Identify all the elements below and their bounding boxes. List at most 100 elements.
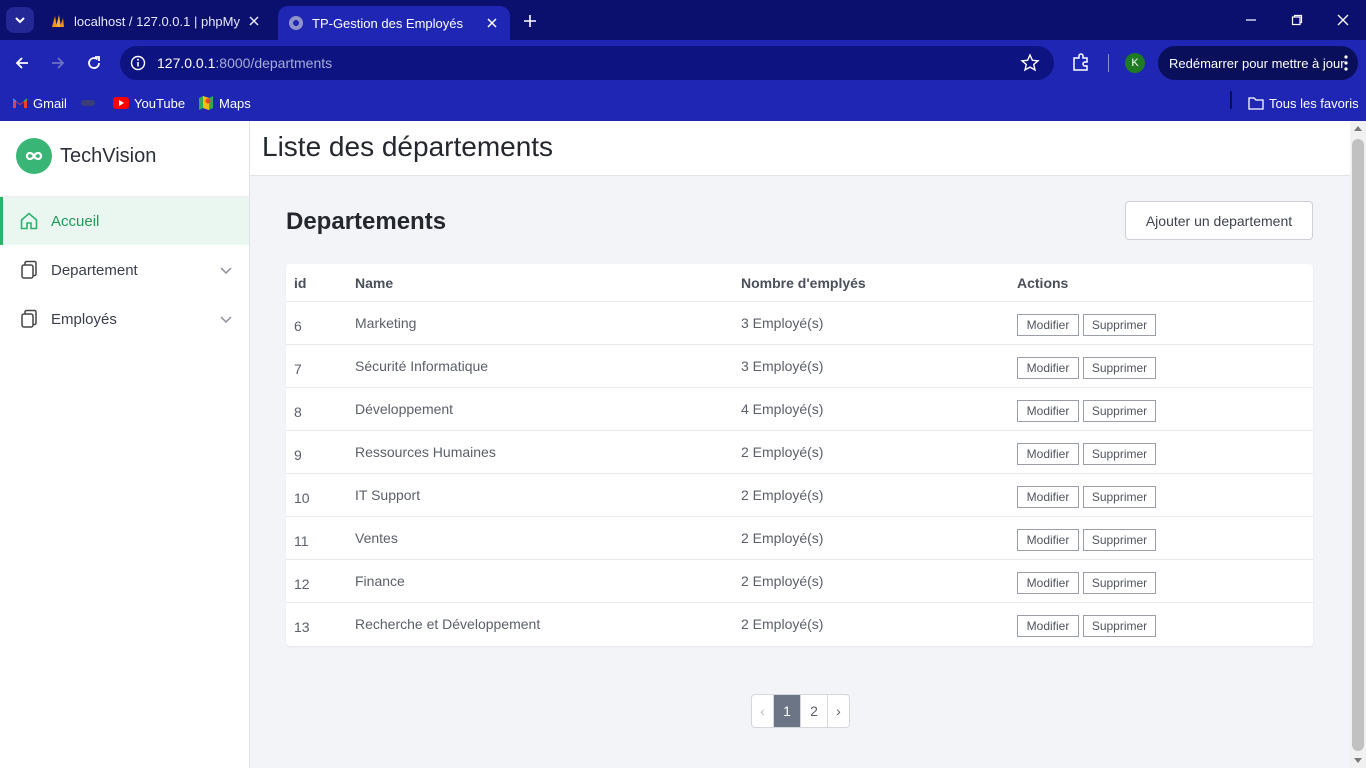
- table-row: 7 Sécurité Informatique 3 Employé(s) Mod…: [286, 345, 1313, 388]
- delete-button[interactable]: Supprimer: [1083, 529, 1156, 551]
- pagination-prev[interactable]: ‹: [752, 695, 774, 727]
- page-scrollbar[interactable]: [1350, 121, 1366, 768]
- maps-icon: [198, 95, 214, 111]
- chevron-down-icon[interactable]: [219, 312, 233, 326]
- forward-button[interactable]: [46, 51, 70, 75]
- cell-name: Développement: [355, 401, 454, 417]
- site-info-icon[interactable]: [128, 53, 148, 73]
- arrow-right-icon: [52, 57, 65, 69]
- cell-employee-count: 4 Employé(s): [741, 401, 824, 417]
- sidebar-item-label: Departement: [51, 261, 138, 279]
- cell-employee-count: 3 Employé(s): [741, 358, 824, 374]
- pagination-page-1[interactable]: 1: [774, 695, 801, 727]
- delete-button[interactable]: Supprimer: [1083, 400, 1156, 422]
- sidebar-item-departement[interactable]: Departement: [0, 246, 249, 294]
- cell-id: 9: [294, 447, 302, 463]
- address-bar[interactable]: 127.0.0.1:8000/departments: [120, 46, 1054, 80]
- document-icon: [19, 309, 39, 329]
- cell-id: 13: [294, 619, 310, 635]
- table-row: 9 Ressources Humaines 2 Employé(s) Modif…: [286, 431, 1313, 474]
- tab-title: localhost / 127.0.0.1 | phpMyAdmin: [74, 13, 240, 29]
- delete-button[interactable]: Supprimer: [1083, 572, 1156, 594]
- gmail-icon: [12, 95, 28, 111]
- extensions-icon[interactable]: [1070, 52, 1092, 74]
- tab-search-button[interactable]: [6, 7, 34, 33]
- cell-id: 8: [294, 404, 302, 420]
- cell-name: Marketing: [355, 315, 417, 331]
- bookmark-label: Gmail: [33, 95, 67, 111]
- column-header-id: id: [294, 275, 307, 291]
- bookmark-maps[interactable]: Maps: [198, 93, 251, 113]
- cell-name: Finance: [355, 573, 405, 589]
- restore-icon: [1291, 14, 1303, 26]
- delete-button[interactable]: Supprimer: [1083, 314, 1156, 336]
- new-tab-button[interactable]: [518, 10, 542, 32]
- bookmark-unnamed[interactable]: [80, 93, 101, 113]
- sidebar-item-accueil[interactable]: Accueil: [0, 197, 249, 245]
- add-department-button[interactable]: Ajouter un departement: [1125, 201, 1313, 240]
- plus-icon: [524, 15, 536, 27]
- column-header-actions: Actions: [1017, 275, 1069, 291]
- delete-button[interactable]: Supprimer: [1083, 615, 1156, 637]
- close-tab-icon[interactable]: [246, 13, 262, 29]
- departments-table: id Name Nombre d'emplyés Actions 6 Marke…: [286, 264, 1313, 646]
- pagination: ‹ 1 2 ›: [751, 694, 850, 728]
- browser-tab-active[interactable]: TP-Gestion des Employés: [278, 6, 510, 40]
- cell-id: 6: [294, 318, 302, 334]
- section-title: Departements: [286, 208, 447, 235]
- globe-icon: [288, 15, 304, 31]
- table-header: id Name Nombre d'emplyés Actions: [286, 264, 1313, 302]
- update-label: Redémarrer pour mettre à jour: [1169, 55, 1345, 71]
- restore-button[interactable]: [1274, 0, 1320, 40]
- delete-button[interactable]: Supprimer: [1083, 486, 1156, 508]
- cell-name: IT Support: [355, 487, 421, 503]
- delete-button[interactable]: Supprimer: [1083, 357, 1156, 379]
- more-menu-icon[interactable]: [1344, 55, 1348, 71]
- edit-button[interactable]: Modifier: [1017, 443, 1079, 465]
- close-window-button[interactable]: [1320, 0, 1366, 40]
- brand-name: TechVision: [60, 144, 157, 167]
- folder-icon: [1248, 95, 1264, 111]
- edit-button[interactable]: Modifier: [1017, 615, 1079, 637]
- minimize-button[interactable]: [1228, 0, 1274, 40]
- edit-button[interactable]: Modifier: [1017, 486, 1079, 508]
- minimize-icon: [1246, 19, 1256, 21]
- reload-button[interactable]: [82, 51, 106, 75]
- delete-button[interactable]: Supprimer: [1083, 443, 1156, 465]
- edit-button[interactable]: Modifier: [1017, 314, 1079, 336]
- cell-name: Ressources Humaines: [355, 444, 496, 460]
- sidebar-item-employes[interactable]: Employés: [0, 295, 249, 343]
- browser-tab-phpmyadmin[interactable]: localhost / 127.0.0.1 | phpMyAdmin: [40, 6, 272, 36]
- edit-button[interactable]: Modifier: [1017, 357, 1079, 379]
- edit-button[interactable]: Modifier: [1017, 572, 1079, 594]
- back-button[interactable]: [10, 51, 34, 75]
- bookmark-label: Maps: [219, 95, 251, 111]
- cell-employee-count: 2 Employé(s): [741, 444, 824, 460]
- close-tab-icon[interactable]: [484, 15, 500, 31]
- arrow-left-icon: [15, 57, 28, 69]
- pagination-page-2[interactable]: 2: [801, 695, 828, 727]
- profile-avatar[interactable]: K: [1125, 53, 1145, 73]
- url-host: 127.0.0.1: [157, 55, 216, 71]
- brand[interactable]: TechVision: [16, 138, 156, 174]
- update-browser-button[interactable]: Redémarrer pour mettre à jour: [1158, 46, 1358, 80]
- all-bookmarks[interactable]: Tous les favoris: [1248, 93, 1359, 113]
- reload-icon: [88, 56, 100, 69]
- phpmyadmin-icon: [50, 13, 66, 29]
- pagination-next[interactable]: ›: [828, 695, 849, 727]
- bookmark-youtube[interactable]: YouTube: [113, 93, 185, 113]
- edit-button[interactable]: Modifier: [1017, 400, 1079, 422]
- bookmark-star-icon[interactable]: [1020, 53, 1040, 73]
- scroll-down-arrow-icon[interactable]: [1354, 758, 1362, 763]
- toolbar-divider: [1108, 54, 1109, 72]
- chevron-down-icon[interactable]: [219, 263, 233, 277]
- scrollbar-thumb[interactable]: [1352, 139, 1364, 751]
- bookmark-gmail[interactable]: Gmail: [12, 93, 67, 113]
- cell-id: 10: [294, 490, 310, 506]
- page-header: Liste des départements: [250, 121, 1350, 176]
- bookmarks-divider: [1230, 91, 1232, 109]
- edit-button[interactable]: Modifier: [1017, 529, 1079, 551]
- scroll-up-arrow-icon[interactable]: [1354, 126, 1362, 131]
- table-row: 10 IT Support 2 Employé(s) Modifier Supp…: [286, 474, 1313, 517]
- cell-name: Sécurité Informatique: [355, 358, 489, 374]
